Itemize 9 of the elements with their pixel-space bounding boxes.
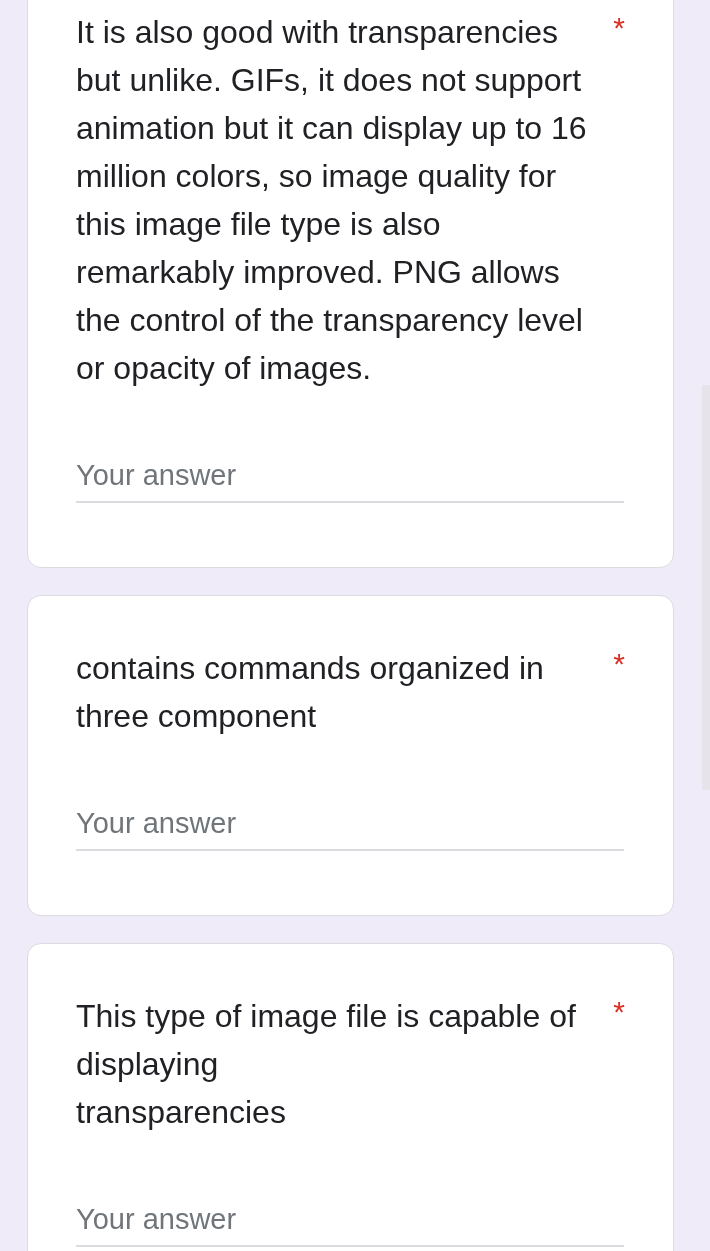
required-mark: *	[613, 10, 625, 46]
question-text: This type of image file is capable of displaying transparencies	[76, 997, 577, 1132]
required-mark: *	[613, 994, 625, 1030]
question-text: contains commands organized in three component	[76, 649, 545, 736]
answer-field[interactable]: Your answer	[76, 450, 624, 503]
answer-field[interactable]: Your answer	[76, 798, 624, 851]
required-mark: *	[613, 646, 625, 682]
answer-field[interactable]: Your answer	[76, 1194, 624, 1247]
question-text: It is also good with transparencies but unlike. GIFs, it does not support animation but it can display up to 16 million colors, so image quality for this image file type is also remarkably improved. PNG allows the control of the transparency level or opacity of images.	[76, 13, 588, 388]
